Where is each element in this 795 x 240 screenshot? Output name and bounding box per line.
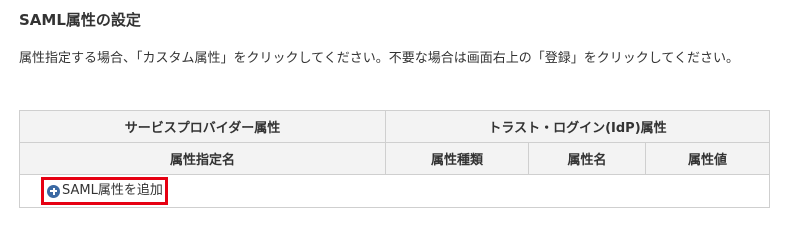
add-saml-attribute-button[interactable]: SAML属性を追加 xyxy=(41,177,168,205)
column-header-row: 属性指定名 属性種類 属性名 属性値 xyxy=(19,142,770,175)
header-service-provider-attributes: サービスプロバイダー属性 xyxy=(19,110,386,143)
column-header-attribute-name: 属性名 xyxy=(528,142,646,175)
add-attribute-row: SAML属性を追加 xyxy=(19,174,770,208)
header-trust-login-attributes: トラスト・ログイン(IdP)属性 xyxy=(385,110,770,143)
column-header-attribute-value: 属性値 xyxy=(645,142,770,175)
column-header-attribute-spec-name: 属性指定名 xyxy=(19,142,386,175)
section-description: 属性指定する場合、「カスタム属性」をクリックしてください。不要な場合は画面右上の… xyxy=(19,51,739,66)
add-attribute-cell: SAML属性を追加 xyxy=(19,174,770,208)
column-header-attribute-type: 属性種類 xyxy=(385,142,529,175)
add-saml-attribute-label: SAML属性を追加 xyxy=(62,183,163,198)
plus-circle-icon xyxy=(47,184,60,198)
saml-attribute-table: サービスプロバイダー属性 トラスト・ログイン(IdP)属性 属性指定名 属性種類… xyxy=(19,110,770,208)
group-header-row: サービスプロバイダー属性 トラスト・ログイン(IdP)属性 xyxy=(19,110,770,143)
section-title: SAML属性の設定 xyxy=(19,11,141,29)
